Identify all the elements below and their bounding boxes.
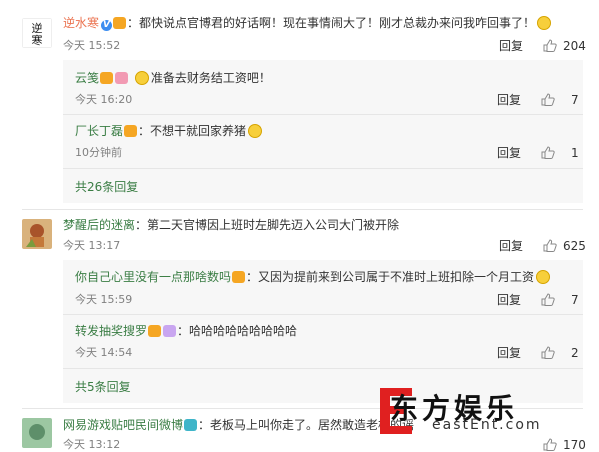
- reply-text: ：不想干就回家养猪: [138, 124, 247, 138]
- reply-text: ：哈哈哈哈哈哈哈哈哈: [177, 324, 298, 338]
- level-badge-icon: [115, 72, 129, 84]
- emoji-icon: [134, 71, 149, 85]
- reply-username[interactable]: 转发抽奖搜罗: [75, 324, 147, 338]
- user-avatar[interactable]: [22, 418, 52, 448]
- like-button[interactable]: 204: [543, 39, 586, 53]
- thumb-up-icon: [543, 438, 557, 451]
- divider: [63, 168, 583, 169]
- like-button[interactable]: 7: [541, 293, 579, 307]
- emoji-icon: [536, 270, 551, 284]
- like-count: 170: [563, 438, 586, 452]
- verified-icon: V: [101, 20, 113, 31]
- like-button[interactable]: 170: [543, 438, 586, 452]
- reply-time: 今天 14:54: [75, 346, 133, 359]
- thumb-up-icon: [543, 39, 557, 52]
- divider: [63, 114, 583, 115]
- divider: [63, 314, 583, 315]
- svg-text:寒: 寒: [32, 33, 43, 47]
- username[interactable]: 梦醒后的迷离: [63, 218, 135, 232]
- comment-time: 今天 13:17: [63, 239, 121, 252]
- reply-text: ：又因为提前来到公司属于不准时上班扣除一个月工资: [246, 270, 535, 284]
- thumb-up-icon: [541, 293, 555, 306]
- like-count: 625: [563, 239, 586, 253]
- svg-text:逆: 逆: [32, 21, 43, 35]
- like-button[interactable]: 625: [543, 239, 586, 253]
- comment-time: 今天 15:52: [63, 39, 121, 52]
- reply-button[interactable]: 回复: [497, 293, 521, 307]
- reply-button[interactable]: 回复: [497, 93, 521, 107]
- username[interactable]: 逆水寒: [63, 16, 99, 30]
- thumb-up-icon: [543, 239, 557, 252]
- reply-button[interactable]: 回复: [497, 346, 521, 360]
- user-avatar[interactable]: [22, 219, 52, 249]
- member-badge-icon: [113, 17, 127, 29]
- member-badge-icon: [124, 125, 138, 137]
- thumb-up-icon: [541, 146, 555, 159]
- member-badge-icon: [232, 271, 246, 283]
- like-count: 7: [571, 93, 579, 107]
- like-button[interactable]: 2: [541, 346, 579, 360]
- laugh-emoji-icon: [537, 16, 552, 30]
- comment-text: ：第二天官博因上班时左脚先迈入公司大门被开除: [135, 218, 400, 232]
- watermark-url: eastEnt.com: [432, 417, 542, 433]
- user-avatar[interactable]: 逆 寒: [22, 18, 52, 48]
- more-replies-link[interactable]: 共26条回复: [75, 180, 138, 194]
- like-count: 7: [571, 293, 579, 307]
- username[interactable]: 网易游戏贴吧民间微博: [63, 418, 183, 432]
- member-badge-icon: [148, 325, 162, 337]
- reply-text: 准备去财务结工资吧！: [150, 71, 271, 85]
- reply-time: 今天 16:20: [75, 93, 133, 106]
- thumb-up-icon: [541, 346, 555, 359]
- comment-text: ：都快说点官博君的好话啊！现在事情闹大了！刚才总裁办来问我咋回事了！: [127, 16, 536, 30]
- reply-time: 10分钟前: [75, 146, 122, 159]
- like-count: 204: [563, 39, 586, 53]
- level-badge-icon: [163, 325, 177, 337]
- reply-button[interactable]: 回复: [499, 239, 523, 253]
- more-replies-link[interactable]: 共5条回复: [75, 380, 131, 394]
- reply-time: 今天 15:59: [75, 293, 133, 306]
- thumb-up-icon: [541, 93, 555, 106]
- like-button[interactable]: 1: [541, 146, 579, 160]
- reply-button[interactable]: 回复: [499, 39, 523, 53]
- camera-badge-icon: [184, 419, 198, 431]
- reply-username[interactable]: 厂长丁磊: [75, 124, 123, 138]
- reply-button[interactable]: 回复: [497, 146, 521, 160]
- like-count: 2: [571, 346, 579, 360]
- member-badge-icon: [100, 72, 114, 84]
- divider: [63, 368, 583, 369]
- reply-username[interactable]: 云笺: [75, 71, 99, 85]
- smile-emoji-icon: [248, 124, 263, 138]
- reply-username[interactable]: 你自己心里没有一点那啥数吗: [75, 270, 231, 284]
- like-button[interactable]: 7: [541, 93, 579, 107]
- divider: [22, 209, 583, 210]
- comment-time: 今天 13:12: [63, 438, 121, 451]
- like-count: 1: [571, 146, 579, 160]
